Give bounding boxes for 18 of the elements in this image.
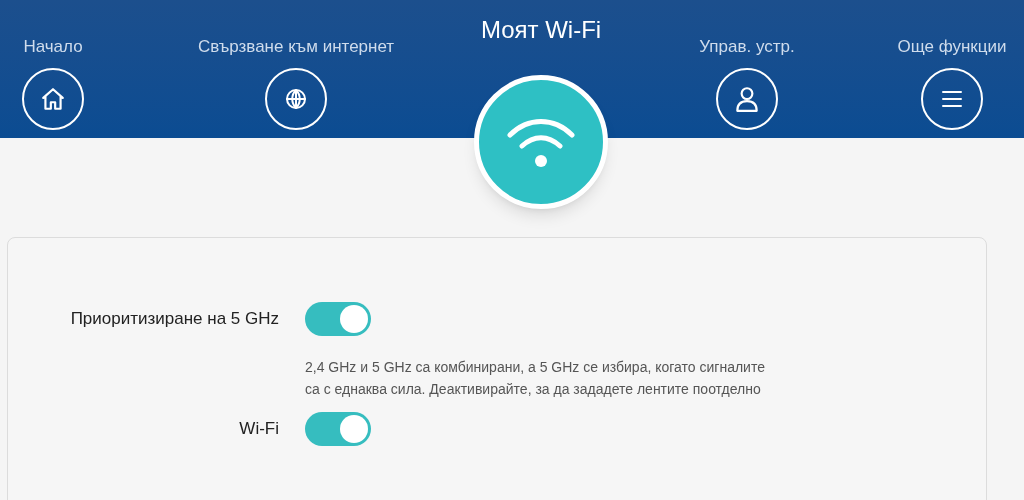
nav-label[interactable]: Свързване към интернет xyxy=(197,36,395,58)
nav-label[interactable]: Начало xyxy=(23,36,83,58)
globe-icon xyxy=(284,87,308,111)
setting-label: Приоритизиране на 5 GHz xyxy=(70,308,279,331)
nav-label[interactable]: Моят Wi-Fi xyxy=(480,15,602,45)
toggle-switch[interactable] xyxy=(305,412,371,446)
setting-label: Wi-Fi xyxy=(239,418,279,441)
nav-label[interactable]: Управ. устр. xyxy=(699,36,795,58)
setting-description: 2,4 GHz и 5 GHz са комбинирани, а 5 GHz се избира, когато сигналите са с еднаква сила. Деактивирайте, за да зададете лентите поотделно xyxy=(305,358,766,399)
toggle-switch[interactable] xyxy=(305,302,371,336)
home-icon xyxy=(40,86,66,112)
nav-tab[interactable] xyxy=(921,68,983,130)
nav-tab[interactable] xyxy=(265,68,327,130)
nav-tab[interactable] xyxy=(716,68,778,130)
nav-label[interactable]: Още функции xyxy=(897,36,1007,58)
menu-icon xyxy=(940,89,964,109)
nav-tab[interactable] xyxy=(22,68,84,130)
user-icon xyxy=(734,85,760,113)
